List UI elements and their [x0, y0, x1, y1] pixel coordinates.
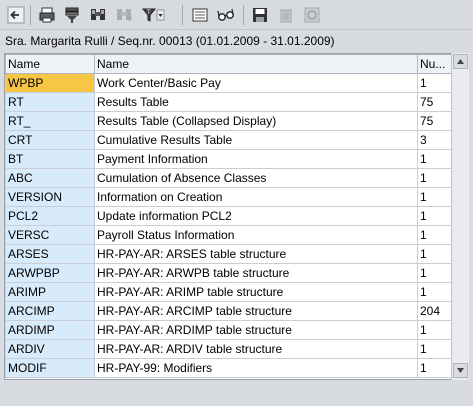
table-row[interactable]: ARWPBP HR-PAY-AR: ARWPB table structure 1: [5, 263, 451, 283]
footer-area: [0, 381, 473, 406]
cluster-description-cell[interactable]: Work Center/Basic Pay: [94, 73, 418, 93]
table-row[interactable]: RT_ Results Table (Collapsed Display) 75: [5, 111, 451, 131]
cluster-description-cell[interactable]: Payroll Status Information: [94, 225, 418, 245]
cluster-count-cell[interactable]: 1: [417, 244, 451, 264]
table-row[interactable]: VERSION Information on Creation 1: [5, 187, 451, 207]
cluster-name-cell[interactable]: ARDIMP: [5, 320, 95, 340]
application-toolbar: T: [0, 0, 473, 30]
svg-text:T: T: [147, 10, 151, 16]
cluster-name-cell[interactable]: ARDIV: [5, 339, 95, 359]
table-row[interactable]: CRT Cumulative Results Table 3: [5, 130, 451, 150]
cluster-count-cell[interactable]: 1: [417, 187, 451, 207]
cluster-count-cell[interactable]: 1: [417, 358, 451, 378]
table-row[interactable]: ARDIMP HR-PAY-AR: ARDIMP table structure 1: [5, 320, 451, 340]
table-row[interactable]: BT Payment Information 1: [5, 149, 451, 169]
column-header-description[interactable]: Name: [94, 54, 418, 74]
cluster-name-cell[interactable]: RT: [5, 92, 95, 112]
cluster-description-cell[interactable]: Payment Information: [94, 149, 418, 169]
refresh-icon[interactable]: [302, 5, 322, 25]
cluster-description-cell[interactable]: HR-PAY-AR: ARCIMP table structure: [94, 301, 418, 321]
column-header-name[interactable]: Name: [5, 54, 95, 74]
cluster-description-cell[interactable]: Information on Creation: [94, 187, 418, 207]
cluster-count-cell[interactable]: 1: [417, 320, 451, 340]
cluster-description-cell[interactable]: Update information PCL2: [94, 206, 418, 226]
cluster-name-cell[interactable]: CRT: [5, 130, 95, 150]
table-row[interactable]: ARDIV HR-PAY-AR: ARDIV table structure 1: [5, 339, 451, 359]
find-next-icon[interactable]: [114, 5, 134, 25]
cluster-description-cell[interactable]: Cumulative Results Table: [94, 130, 418, 150]
cluster-count-cell[interactable]: 1: [417, 206, 451, 226]
set-filter-icon[interactable]: T: [140, 5, 166, 25]
print-icon[interactable]: [37, 5, 57, 25]
scroll-down-button[interactable]: [453, 363, 468, 378]
cluster-count-cell[interactable]: 1: [417, 149, 451, 169]
cluster-count-cell[interactable]: 1: [417, 225, 451, 245]
cluster-description-cell[interactable]: Results Table: [94, 92, 418, 112]
cluster-description-cell[interactable]: HR-PAY-AR: ARIMP table structure: [94, 282, 418, 302]
column-header-number[interactable]: Nu...: [417, 54, 451, 74]
table-row[interactable]: PCL2 Update information PCL2 1: [5, 206, 451, 226]
table-row[interactable]: ARSES HR-PAY-AR: ARSES table structure 1: [5, 244, 451, 264]
cluster-count-cell[interactable]: 75: [417, 111, 451, 131]
cluster-count-cell[interactable]: 1: [417, 263, 451, 283]
cluster-name-cell[interactable]: RT_: [5, 111, 95, 131]
cluster-description-cell[interactable]: Results Table (Collapsed Display): [94, 111, 418, 131]
cluster-description-cell[interactable]: HR-PAY-AR: ARSES table structure: [94, 244, 418, 264]
cluster-count-cell[interactable]: 3: [417, 130, 451, 150]
cluster-description-cell[interactable]: HR-PAY-AR: ARDIV table structure: [94, 339, 418, 359]
scroll-up-button[interactable]: [453, 54, 468, 69]
cluster-name-cell[interactable]: PCL2: [5, 206, 95, 226]
page-title: Sra. Margarita Rulli / Seq.nr. 00013 (01…: [5, 34, 335, 48]
cluster-name-cell[interactable]: ARWPBP: [5, 263, 95, 283]
cluster-description-cell[interactable]: HR-PAY-AR: ARDIMP table structure: [94, 320, 418, 340]
cluster-name-cell[interactable]: MODIF: [5, 358, 95, 378]
table-header-row: Name Name Nu...: [5, 54, 451, 74]
details-icon[interactable]: [190, 5, 210, 25]
glasses-icon[interactable]: [216, 5, 236, 25]
table-row[interactable]: ABC Cumulation of Absence Classes 1: [5, 168, 451, 188]
cluster-description-cell[interactable]: Cumulation of Absence Classes: [94, 168, 418, 188]
table-row[interactable]: WPBP Work Center/Basic Pay 1: [5, 73, 451, 93]
cluster-name-cell[interactable]: ARIMP: [5, 282, 95, 302]
cluster-name-cell[interactable]: BT: [5, 149, 95, 169]
filter-icon[interactable]: [62, 5, 82, 25]
find-icon[interactable]: [88, 5, 108, 25]
cluster-name-cell[interactable]: ARCIMP: [5, 301, 95, 321]
table-row[interactable]: RT Results Table 75: [5, 92, 451, 112]
back-icon[interactable]: [6, 5, 26, 25]
delete-icon[interactable]: [276, 5, 296, 25]
cluster-name-cell[interactable]: ARSES: [5, 244, 95, 264]
vertical-scrollbar[interactable]: [451, 53, 469, 380]
cluster-name-cell[interactable]: VERSION: [5, 187, 95, 207]
cluster-count-cell[interactable]: 1: [417, 339, 451, 359]
table-row[interactable]: ARCIMP HR-PAY-AR: ARCIMP table structure 2…: [5, 301, 451, 321]
cluster-description-cell[interactable]: HR-PAY-AR: ARWPB table structure: [94, 263, 418, 283]
cluster-count-cell[interactable]: 75: [417, 92, 451, 112]
save-icon[interactable]: [250, 5, 270, 25]
cluster-name-cell[interactable]: WPBP: [5, 73, 95, 93]
cluster-count-cell[interactable]: 1: [417, 168, 451, 188]
cluster-count-cell[interactable]: 204: [417, 301, 451, 321]
payroll-clusters-grid: Name Name Nu... WPBP Work Center/Basic Pa…: [4, 53, 452, 380]
cluster-count-cell[interactable]: 1: [417, 282, 451, 302]
table-row[interactable]: ARIMP HR-PAY-AR: ARIMP table structure 1: [5, 282, 451, 302]
payroll-clusters-table: Name Name Nu... WPBP Work Center/Basic Pa…: [5, 54, 451, 378]
cluster-name-cell[interactable]: VERSC: [5, 225, 95, 245]
table-row[interactable]: VERSC Payroll Status Information 1: [5, 225, 451, 245]
cluster-count-cell[interactable]: 1: [417, 73, 451, 93]
table-row[interactable]: MODIF HR-PAY-99: Modifiers 1: [5, 358, 451, 378]
cluster-name-cell[interactable]: ABC: [5, 168, 95, 188]
cluster-description-cell[interactable]: HR-PAY-99: Modifiers: [94, 358, 418, 378]
